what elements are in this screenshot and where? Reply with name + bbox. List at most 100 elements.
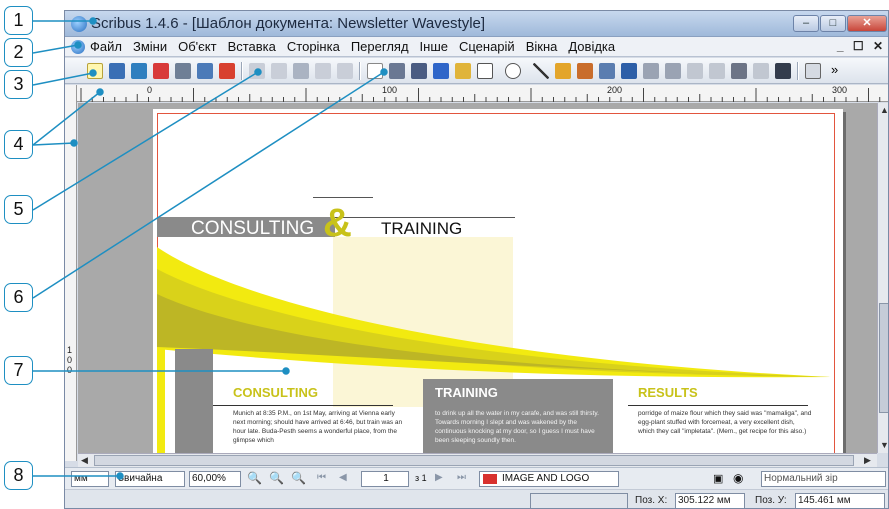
callout-3: 3 — [4, 70, 33, 99]
page-number-field[interactable]: 1 — [361, 471, 409, 487]
vruler-label-1: 1 — [67, 345, 73, 355]
text-frame-icon[interactable] — [389, 63, 405, 79]
vertical-scrollbar[interactable]: ▲ ▼ — [877, 103, 888, 453]
close-button[interactable]: ✕ — [847, 15, 887, 32]
open-icon[interactable] — [109, 63, 125, 79]
scribus-app-icon — [71, 16, 87, 32]
scroll-up-arrow[interactable]: ▲ — [880, 105, 888, 115]
eyedropper-icon[interactable] — [775, 63, 791, 79]
main-toolbar: » — [65, 58, 888, 84]
ruler-label-100: 100 — [382, 85, 398, 95]
first-page-icon[interactable]: ⏮ — [317, 472, 326, 483]
menu-object[interactable]: Об'єкт — [177, 39, 217, 54]
callout-5: 5 — [4, 195, 33, 224]
view-toolbar: мм Звичайна 60,00% 🔍 🔍 🔍 ⏮ ◀ 1 з 1 ▶ ⏭ I… — [65, 467, 888, 489]
polygon-icon[interactable] — [505, 63, 521, 79]
next-page-icon[interactable]: ▶ — [435, 472, 443, 483]
ruler-label-300: 300 — [832, 85, 848, 95]
redo-icon[interactable] — [271, 63, 287, 79]
copy-icon[interactable] — [315, 63, 331, 79]
freehand-icon[interactable] — [577, 63, 593, 79]
menu-extras[interactable]: Інше — [419, 39, 449, 54]
layer-name: IMAGE AND LOGO — [502, 473, 590, 484]
select-icon[interactable] — [367, 63, 383, 79]
table-icon[interactable] — [455, 63, 471, 79]
new-doc-icon[interactable] — [87, 63, 103, 79]
pdf-button-icon[interactable] — [805, 63, 821, 79]
display-mode-icon[interactable]: ▣ — [713, 472, 723, 485]
scribus-window: Scribus 1.4.6 - [Шаблон документа: Newsl… — [64, 10, 889, 509]
document-canvas[interactable]: CONSULTING & TRAINING CONSULTING Munich … — [78, 103, 877, 453]
unit-select[interactable]: мм — [71, 471, 109, 487]
menu-windows[interactable]: Вікна — [525, 39, 559, 54]
render-frame-icon[interactable] — [433, 63, 449, 79]
scroll-left-arrow[interactable]: ◀ — [81, 455, 88, 466]
image-frame-icon[interactable] — [411, 63, 427, 79]
layer-select[interactable]: IMAGE AND LOGO — [479, 471, 619, 487]
ruler-ticks — [80, 88, 881, 102]
hscroll-thumb[interactable] — [94, 455, 854, 466]
menu-help[interactable]: Довідка — [567, 39, 616, 54]
pos-y-label: Поз. У: — [755, 495, 787, 506]
title-bar[interactable]: Scribus 1.4.6 - [Шаблон документа: Newsl… — [65, 11, 888, 37]
menu-edit[interactable]: Зміни — [132, 39, 168, 54]
save-icon[interactable] — [131, 63, 147, 79]
menu-file[interactable]: Файл — [89, 39, 123, 54]
status-message-area — [530, 493, 628, 508]
preview-icon[interactable]: ◉ — [733, 471, 743, 485]
menu-insert[interactable]: Вставка — [227, 39, 277, 54]
document-window-controls[interactable]: _ ☐ ✕ — [837, 39, 886, 53]
scroll-right-arrow[interactable]: ▶ — [864, 455, 871, 466]
toolbar-overflow[interactable]: » — [831, 62, 838, 77]
vertical-ruler[interactable]: 1 0 0 — [65, 85, 77, 461]
maximize-button[interactable]: □ — [820, 15, 846, 32]
rotate-icon[interactable] — [599, 63, 615, 79]
menu-view[interactable]: Перегляд — [350, 39, 410, 54]
shape-icon[interactable] — [477, 63, 493, 79]
zoom-100-icon[interactable]: 🔍 — [269, 471, 284, 485]
bezier-icon[interactable] — [555, 63, 571, 79]
zoom-field[interactable]: 60,00% — [189, 471, 241, 487]
menu-page[interactable]: Сторінка — [286, 39, 341, 54]
column-heading-consulting: CONSULTING — [233, 385, 318, 400]
edit-text-icon[interactable] — [643, 63, 659, 79]
callout-2: 2 — [4, 38, 33, 67]
image-preview-quality-select[interactable]: Звичайна — [115, 471, 185, 487]
ruler-label-0: 0 — [147, 85, 153, 95]
visual-appearance-select[interactable]: Нормальний зір — [761, 471, 886, 487]
zoom-in-icon[interactable]: 🔍 — [291, 471, 306, 485]
horizontal-ruler[interactable]: 0 100 200 300 — [77, 85, 888, 102]
undo-icon[interactable] — [249, 63, 265, 79]
copy-properties-icon[interactable] — [753, 63, 769, 79]
link-frames-icon[interactable] — [687, 63, 703, 79]
document-page[interactable]: CONSULTING & TRAINING CONSULTING Munich … — [153, 109, 843, 453]
story-editor-icon[interactable] — [665, 63, 681, 79]
print-icon[interactable] — [175, 63, 191, 79]
close-doc-icon[interactable] — [153, 63, 169, 79]
unlink-frames-icon[interactable] — [709, 63, 725, 79]
paste-icon[interactable] — [337, 63, 353, 79]
horizontal-scrollbar[interactable]: ◀ ▶ — [78, 453, 877, 467]
measure-icon[interactable] — [731, 63, 747, 79]
column-heading-results: RESULTS — [638, 385, 698, 400]
figure: Scribus 1.4.6 - [Шаблон документа: Newsl… — [0, 0, 889, 509]
minimize-button[interactable]: – — [793, 15, 819, 32]
scroll-down-arrow[interactable]: ▼ — [880, 440, 888, 450]
menu-script[interactable]: Сценарій — [458, 39, 516, 54]
pdf-icon[interactable] — [219, 63, 235, 79]
vruler-label-0b: 0 — [67, 365, 73, 375]
column-text-results: porridge of maize flour which they said … — [638, 410, 812, 435]
zoom-icon[interactable] — [621, 63, 637, 79]
last-page-icon[interactable]: ⏭ — [457, 472, 466, 483]
line-icon[interactable] — [533, 63, 549, 79]
status-bar: Поз. X: 305.122 мм Поз. У: 145.461 мм — [65, 489, 888, 508]
prev-page-icon[interactable]: ◀ — [339, 472, 347, 483]
preflight-icon[interactable] — [197, 63, 213, 79]
cut-icon[interactable] — [293, 63, 309, 79]
callout-8: 8 — [4, 461, 33, 490]
zoom-out-icon[interactable]: 🔍 — [247, 471, 262, 485]
pos-x-label: Поз. X: — [635, 495, 668, 506]
callout-7: 7 — [4, 356, 33, 385]
window-title: Scribus 1.4.6 - [Шаблон документа: Newsl… — [91, 15, 486, 32]
vscroll-thumb[interactable] — [879, 303, 888, 413]
